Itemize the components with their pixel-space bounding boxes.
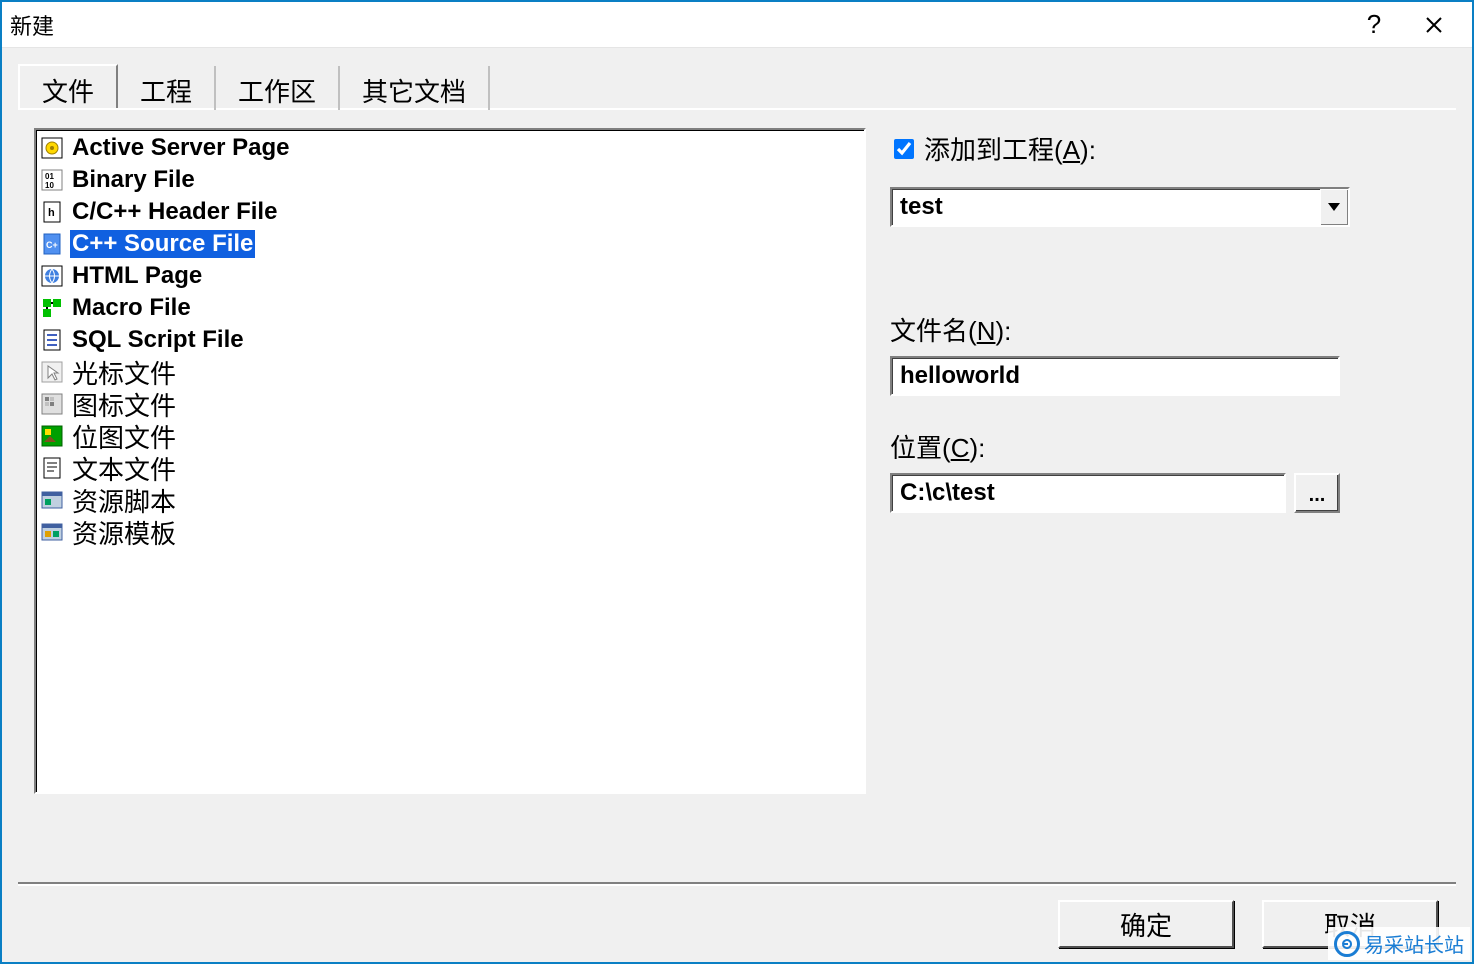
project-combo[interactable]: [890, 187, 1350, 227]
chevron-down-icon: [1328, 203, 1340, 211]
list-item-label: C/C++ Header File: [70, 198, 279, 226]
watermark-icon: [1334, 931, 1360, 957]
list-item[interactable]: 资源脚本: [36, 484, 864, 516]
list-item-label: Active Server Page: [70, 134, 291, 162]
close-button[interactable]: [1404, 2, 1464, 48]
list-item[interactable]: 资源模板: [36, 516, 864, 548]
sql-icon: [40, 328, 64, 352]
tab-other-docs[interactable]: 其它文档: [340, 66, 490, 110]
ok-button[interactable]: 确定: [1058, 900, 1234, 948]
location-input[interactable]: [890, 473, 1286, 513]
tab-file[interactable]: 文件: [18, 64, 118, 108]
svg-text:h: h: [48, 207, 55, 219]
project-combo-button[interactable]: [1320, 187, 1350, 227]
client-area: 文件 工程 工作区 其它文档 Active Server Page0110Bin…: [2, 48, 1472, 962]
list-item[interactable]: C+ C++ Source File: [36, 228, 864, 260]
filename-input[interactable]: [890, 356, 1340, 396]
project-combo-input[interactable]: [890, 187, 1320, 227]
header-icon: h: [40, 200, 64, 224]
text-icon: [40, 456, 64, 480]
list-item[interactable]: SQL Script File: [36, 324, 864, 356]
asp-icon: [40, 136, 64, 160]
watermark: 易采站长站: [1328, 927, 1470, 960]
list-item[interactable]: 位图文件: [36, 420, 864, 452]
list-item-label: 资源模板: [70, 514, 178, 551]
dialog-footer: 确定 取消: [18, 884, 1456, 962]
macro-icon: [40, 296, 64, 320]
list-item[interactable]: 光标文件: [36, 356, 864, 388]
tab-project[interactable]: 工程: [118, 66, 216, 110]
add-to-project-checkbox[interactable]: 添加到工程(A):: [890, 130, 1440, 167]
watermark-text: 易采站长站: [1364, 929, 1464, 958]
list-item-label: HTML Page: [70, 262, 204, 290]
add-to-project-input[interactable]: [894, 139, 914, 159]
window-title: 新建: [10, 9, 1344, 41]
list-item-label: C++ Source File: [70, 230, 255, 258]
list-item-label: SQL Script File: [70, 326, 246, 354]
cpp-icon: C+: [40, 232, 64, 256]
list-item-label: Macro File: [70, 294, 193, 322]
tab-strip: 文件 工程 工作区 其它文档: [18, 64, 1456, 108]
browse-button[interactable]: ...: [1294, 473, 1340, 513]
titlebar: 新建 ?: [2, 2, 1472, 48]
list-item[interactable]: 0110Binary File: [36, 164, 864, 196]
help-button[interactable]: ?: [1344, 2, 1404, 48]
file-type-list[interactable]: Active Server Page0110Binary FilehC/C++ …: [34, 128, 866, 794]
cursor-icon: [40, 360, 64, 384]
svg-text:10: 10: [45, 181, 54, 190]
new-dialog: 新建 ? 文件 工程 工作区 其它文档 Active Server Page01…: [0, 0, 1474, 964]
list-item[interactable]: h C/C++ Header File: [36, 196, 864, 228]
list-item[interactable]: Macro File: [36, 292, 864, 324]
html-icon: [40, 264, 64, 288]
tab-content: Active Server Page0110Binary FilehC/C++ …: [18, 108, 1456, 884]
bitmap-icon: [40, 424, 64, 448]
location-label: 位置(C):: [890, 428, 1440, 465]
svg-text:C+: C+: [46, 240, 58, 250]
icon-file-icon: [40, 392, 64, 416]
list-item[interactable]: Active Server Page: [36, 132, 864, 164]
resource-template-icon: [40, 520, 64, 544]
list-item[interactable]: HTML Page: [36, 260, 864, 292]
resource-script-icon: [40, 488, 64, 512]
binary-icon: 0110: [40, 168, 64, 192]
list-item[interactable]: 图标文件: [36, 388, 864, 420]
filename-label: 文件名(N):: [890, 311, 1440, 348]
add-to-project-label: 添加到工程(A):: [924, 130, 1096, 167]
tab-workspace[interactable]: 工作区: [216, 66, 340, 110]
list-item-label: Binary File: [70, 166, 197, 194]
list-item[interactable]: 文本文件: [36, 452, 864, 484]
right-pane: 添加到工程(A): 文件名(N):: [890, 128, 1440, 866]
location-row: ...: [890, 473, 1440, 513]
svg-text:01: 01: [45, 172, 54, 181]
close-icon: [1425, 16, 1443, 34]
